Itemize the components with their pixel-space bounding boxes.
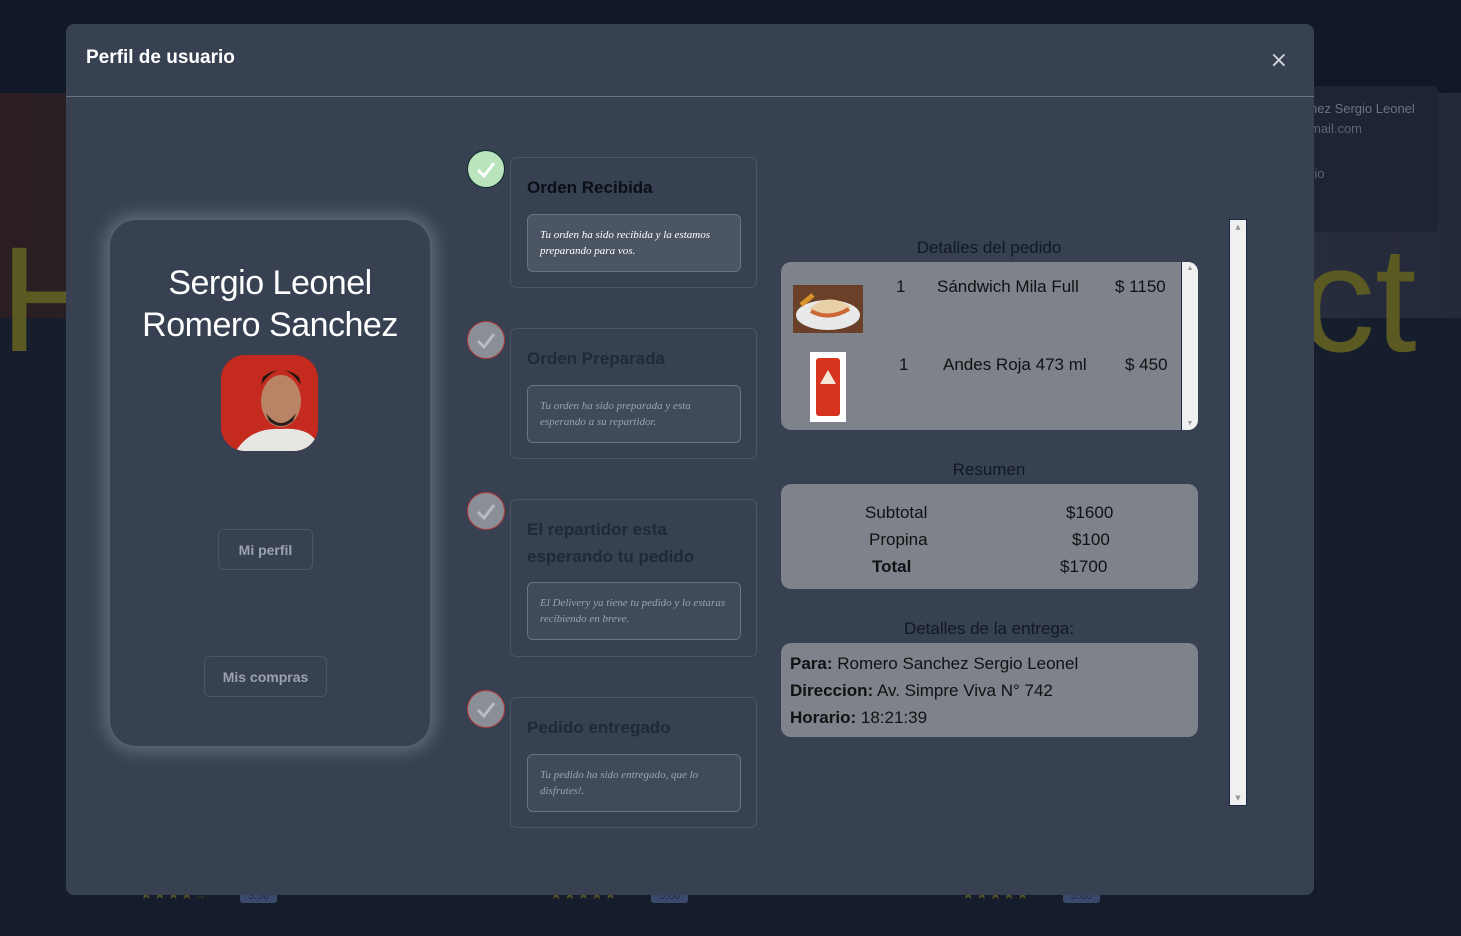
order-items-list: 1 Sándwich Mila Full $ 1150 1 Andes Roja… (781, 262, 1198, 430)
user-profile-modal: Perfil de usuario × Sergio Leonel Romero… (66, 24, 1314, 895)
step-title: Orden Recibida (527, 178, 653, 197)
step-description: Tu orden ha sido preparada y esta espera… (527, 385, 741, 443)
delivery-details-title: Detalles de la entrega: (903, 619, 1075, 638)
summary-title: Resumen (952, 460, 1026, 479)
step-pending-check-icon (467, 492, 505, 530)
step-title: Pedido entregado (527, 718, 671, 737)
dropdown-user-email: mail.com (1310, 121, 1363, 136)
profile-card: Sergio Leonel Romero Sanchez Mi perfil M… (110, 220, 430, 746)
close-icon[interactable]: × (1270, 48, 1288, 73)
item-price: $ 450 (1125, 355, 1168, 374)
item-quantity: 1 (899, 355, 909, 374)
my-purchases-button[interactable]: Mis compras (204, 656, 327, 697)
step-description: Tu orden ha sido recibida y la estamos p… (527, 214, 741, 272)
item-quantity: 1 (896, 277, 906, 296)
step-title: El repartidor esta esperando tu pedido (527, 520, 695, 566)
step-card-order-delivered: Pedido entregado Tu pedido ha sido entre… (510, 697, 757, 828)
my-profile-button[interactable]: Mi perfil (218, 529, 313, 570)
dropdown-user-name: hez Sergio Leonel (1310, 101, 1415, 116)
total-value: $1700 (1060, 557, 1108, 576)
recipient-value: Romero Sanchez Sergio Leonel (837, 654, 1079, 673)
recipient-label: Para: (790, 654, 833, 673)
modal-title: Perfil de usuario (86, 47, 235, 68)
address-label: Direccion: (790, 681, 874, 700)
step-pending-check-icon (467, 690, 505, 728)
total-label: Total (872, 557, 912, 576)
details-scrollbar[interactable]: ▲ ▼ (1229, 219, 1247, 806)
order-details-title: Detalles del pedido (916, 238, 1062, 257)
subtotal-label: Subtotal (865, 503, 928, 522)
item-name: Sándwich Mila Full (937, 277, 1079, 296)
tip-value: $100 (1072, 530, 1110, 549)
step-card-order-prepared: Orden Preparada Tu orden ha sido prepara… (510, 328, 757, 459)
scroll-up-arrow-icon[interactable]: ▲ (1187, 265, 1194, 272)
step-card-courier-waiting: El repartidor esta esperando tu pedido E… (510, 499, 757, 657)
step-description: Tu pedido ha sido entregado, que lo disf… (527, 754, 741, 812)
summary-panel: Subtotal $1600 Propina $100 Total $1700 (781, 484, 1198, 589)
time-value: 18:21:39 (860, 708, 928, 727)
item-name: Andes Roja 473 ml (943, 355, 1087, 374)
scroll-down-arrow-icon[interactable]: ▼ (1187, 420, 1194, 427)
order-list-scrollbar[interactable]: ▲ ▼ (1181, 262, 1198, 430)
step-description: El Delivery ya tiene tu pedido y lo esta… (527, 582, 741, 640)
step-pending-check-icon (467, 321, 505, 359)
modal-header: Perfil de usuario × (66, 24, 1314, 97)
sandwich-image (793, 285, 863, 333)
subtotal-value: $1600 (1066, 503, 1114, 522)
step-title: Orden Preparada (527, 349, 665, 368)
beer-can-image (810, 352, 846, 422)
item-price: $ 1150 (1115, 277, 1166, 296)
hero-letter: ct (1300, 215, 1417, 383)
scroll-down-arrow-icon[interactable]: ▼ (1235, 794, 1240, 802)
tip-label: Propina (869, 530, 928, 549)
scroll-up-arrow-icon[interactable]: ▲ (1235, 223, 1240, 231)
time-label: Horario: (790, 708, 857, 727)
address-value: Av. Simpre Viva N° 742 (876, 681, 1053, 700)
delivery-panel: Para: Romero Sanchez Sergio Leonel Direc… (781, 643, 1198, 737)
profile-name: Sergio Leonel Romero Sanchez (142, 264, 398, 344)
step-done-check-icon (467, 150, 505, 188)
step-card-order-received: Orden Recibida Tu orden ha sido recibida… (510, 157, 757, 288)
avatar (221, 355, 318, 451)
